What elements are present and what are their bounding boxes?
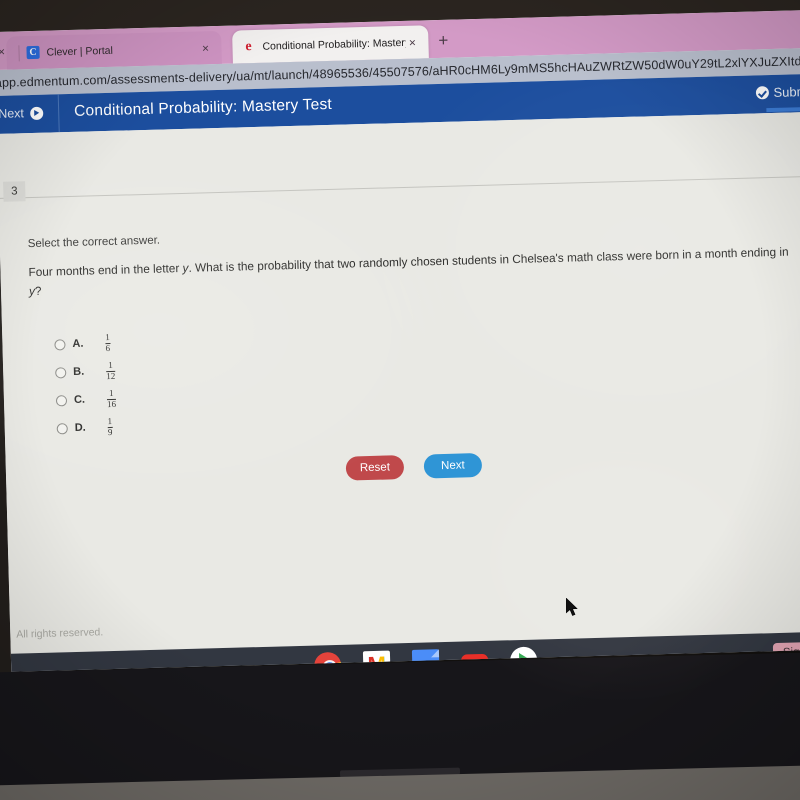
fraction-value-c: 1 16 xyxy=(106,387,117,410)
assessment-title: Conditional Probability: Mastery Test xyxy=(73,95,333,120)
fraction-denominator: 6 xyxy=(105,342,111,354)
radio-button-d[interactable] xyxy=(56,422,68,434)
choice-letter: A. xyxy=(72,337,84,350)
radio-button-a[interactable] xyxy=(54,338,66,350)
answer-choice-list: A. 1 6 B. 1 12 C. 1 16 D. 1 9 xyxy=(54,329,117,443)
header-next-label: Next xyxy=(0,106,25,121)
copyright-footer: All rights reserved. xyxy=(16,626,104,641)
fraction-denominator: 16 xyxy=(106,398,117,410)
fraction-value-a: 1 6 xyxy=(105,332,111,354)
fraction-denominator: 9 xyxy=(107,426,113,438)
fraction-numerator: 1 xyxy=(105,332,110,343)
browser-tab-title: Clever | Portal xyxy=(46,44,114,59)
laptop-screen: × C Clever | Portal × e Conditional Prob… xyxy=(0,9,800,672)
fraction-numerator: 1 xyxy=(107,416,113,427)
fraction-numerator: 1 xyxy=(108,359,113,371)
answer-choice-b[interactable]: B. 1 12 xyxy=(55,357,116,387)
submit-button[interactable]: Submit xyxy=(755,84,800,101)
question-text-part-3: ? xyxy=(34,284,42,299)
question-divider xyxy=(0,175,800,199)
fraction-value-d: 1 9 xyxy=(107,416,113,438)
question-prompt: Select the correct answer. xyxy=(27,234,161,251)
laptop-photo: × C Clever | Portal × e Conditional Prob… xyxy=(0,0,800,800)
choice-letter: C. xyxy=(73,393,86,406)
header-accent-underline xyxy=(766,106,800,113)
check-circle-icon xyxy=(755,86,769,100)
tab-separator xyxy=(18,44,20,61)
header-divider xyxy=(57,94,60,133)
question-number: 3 xyxy=(3,181,26,202)
header-next-button[interactable]: Next xyxy=(0,106,44,121)
close-icon[interactable]: × xyxy=(405,35,419,49)
answer-choice-c[interactable]: C. 1 16 xyxy=(55,385,117,415)
choice-letter: B. xyxy=(73,365,85,378)
question-text-part-2: . What is the probability that two rando… xyxy=(188,244,789,275)
fraction-numerator: 1 xyxy=(108,387,114,399)
question-content-area: 3 Select the correct answer. Four months… xyxy=(0,111,800,654)
reset-button[interactable]: Reset xyxy=(345,455,405,481)
answer-choice-a[interactable]: A. 1 6 xyxy=(54,329,115,359)
clever-c-icon: C xyxy=(26,45,40,60)
new-tab-button[interactable]: + xyxy=(438,31,448,50)
arrow-right-circle-icon xyxy=(29,106,44,120)
fraction-value-b: 1 12 xyxy=(106,359,116,382)
close-icon[interactable]: × xyxy=(198,41,212,55)
next-button[interactable]: Next xyxy=(423,452,483,479)
browser-tab-title: Conditional Probability: Mastery xyxy=(262,36,406,53)
choice-letter: D. xyxy=(74,421,86,434)
action-button-group: Reset Next xyxy=(345,452,483,481)
edmentum-e-icon: e xyxy=(245,38,252,54)
fraction-denominator: 12 xyxy=(106,370,116,382)
answer-choice-d[interactable]: D. 1 9 xyxy=(56,413,117,443)
question-text: Four months end in the letter y. What is… xyxy=(28,242,800,302)
radio-button-b[interactable] xyxy=(55,366,67,378)
question-text-part-1: Four months end in the letter xyxy=(28,260,183,280)
radio-button-c[interactable] xyxy=(55,394,68,406)
submit-label: Submit xyxy=(773,83,800,100)
browser-tab-conditional-probability[interactable]: e Conditional Probability: Mastery × xyxy=(232,25,429,64)
